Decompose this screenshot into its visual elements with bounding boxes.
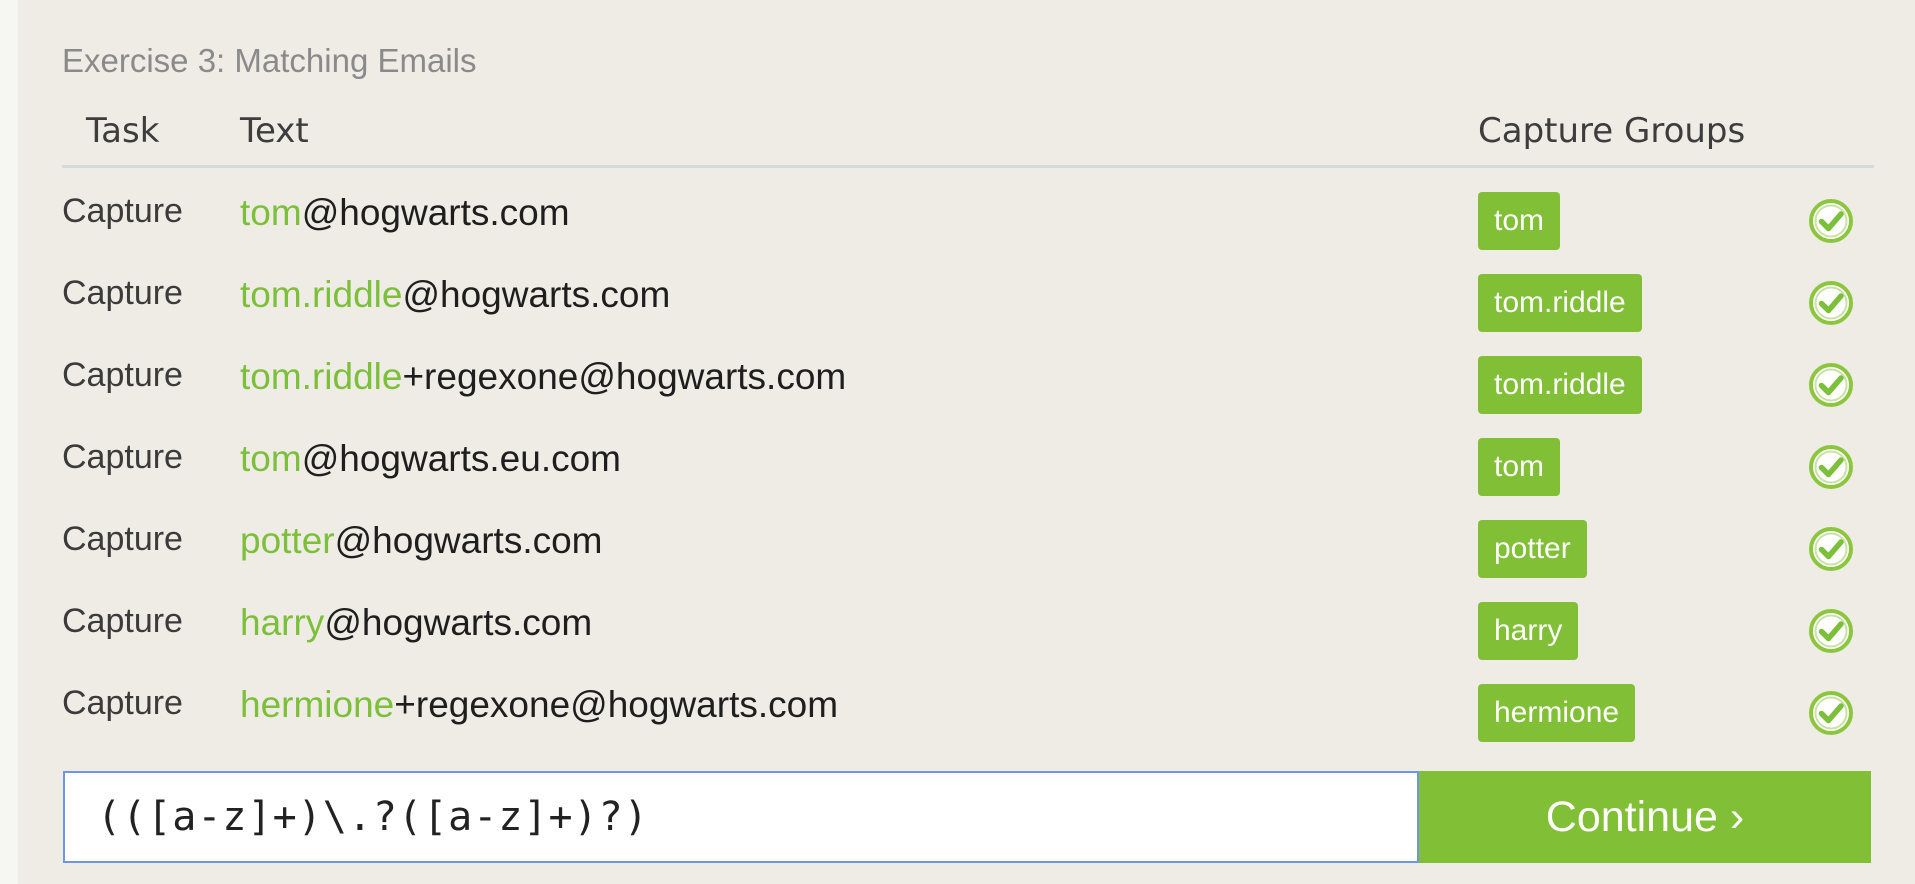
matched-portion: potter: [240, 520, 335, 561]
task-label: Capture: [62, 192, 183, 230]
header-task: Task: [86, 111, 160, 151]
test-text: hermione+regexone@hogwarts.com: [240, 684, 838, 726]
capture-group-badge: potter: [1478, 520, 1587, 578]
test-text: tom@hogwarts.eu.com: [240, 438, 621, 480]
header-text: Text: [240, 111, 309, 151]
capture-group-badge: tom.riddle: [1478, 274, 1642, 332]
matched-portion: tom: [240, 192, 302, 233]
matched-portion: tom: [240, 438, 302, 479]
regex-input[interactable]: [63, 771, 1419, 863]
matched-portion: harry: [240, 602, 325, 643]
matched-portion: tom.riddle: [240, 356, 403, 397]
table-row: Capture hermione+regexone@hogwarts.com h…: [62, 672, 1874, 754]
test-text: tom.riddle@hogwarts.com: [240, 274, 670, 316]
table-header: Task Text Capture Groups: [62, 105, 1874, 168]
unmatched-portion: @hogwarts.com: [334, 520, 603, 561]
test-text: tom@hogwarts.com: [240, 192, 570, 234]
table-row: Capture tom@hogwarts.eu.com tom: [62, 426, 1874, 508]
task-label: Capture: [62, 684, 183, 722]
table-row: Capture tom.riddle+regexone@hogwarts.com…: [62, 344, 1874, 426]
capture-group-badge: tom: [1478, 438, 1561, 496]
task-label: Capture: [62, 520, 183, 558]
unmatched-portion: @hogwarts.com: [402, 274, 671, 315]
check-circle-icon: [1809, 691, 1853, 735]
check-circle-icon: [1809, 609, 1853, 653]
capture-group-badge: tom: [1478, 192, 1561, 250]
task-table-body: Capture tom@hogwarts.com tom Capture tom…: [62, 180, 1874, 754]
capture-group-badge: hermione: [1478, 684, 1636, 742]
continue-button[interactable]: Continue ›: [1419, 771, 1871, 863]
check-circle-icon: [1809, 445, 1853, 489]
exercise-title: Exercise 3: Matching Emails: [62, 42, 477, 79]
test-text: tom.riddle+regexone@hogwarts.com: [240, 356, 846, 398]
table-row: Capture potter@hogwarts.com potter: [62, 508, 1874, 590]
check-circle-icon: [1809, 363, 1853, 407]
unmatched-portion: +regexone@hogwarts.com: [394, 684, 839, 725]
left-rail: [0, 0, 18, 884]
matched-portion: tom.riddle: [240, 274, 403, 315]
check-circle-icon: [1809, 199, 1853, 243]
task-label: Capture: [62, 356, 183, 394]
unmatched-portion: @hogwarts.eu.com: [301, 438, 621, 479]
unmatched-portion: @hogwarts.com: [301, 192, 570, 233]
table-row: Capture harry@hogwarts.com harry: [62, 590, 1874, 672]
test-text: potter@hogwarts.com: [240, 520, 603, 562]
unmatched-portion: @hogwarts.com: [324, 602, 593, 643]
table-row: Capture tom.riddle@hogwarts.com tom.ridd…: [62, 262, 1874, 344]
capture-group-badge: tom.riddle: [1478, 356, 1642, 414]
test-text: harry@hogwarts.com: [240, 602, 592, 644]
matched-portion: hermione: [240, 684, 395, 725]
task-label: Capture: [62, 602, 183, 640]
header-capture-groups: Capture Groups: [1478, 111, 1746, 151]
unmatched-portion: +regexone@hogwarts.com: [402, 356, 847, 397]
task-label: Capture: [62, 438, 183, 476]
check-circle-icon: [1809, 281, 1853, 325]
task-label: Capture: [62, 274, 183, 312]
answer-bar: Continue ›: [63, 771, 1871, 863]
capture-group-badge: harry: [1478, 602, 1579, 660]
table-row: Capture tom@hogwarts.com tom: [62, 180, 1874, 262]
check-circle-icon: [1809, 527, 1853, 571]
